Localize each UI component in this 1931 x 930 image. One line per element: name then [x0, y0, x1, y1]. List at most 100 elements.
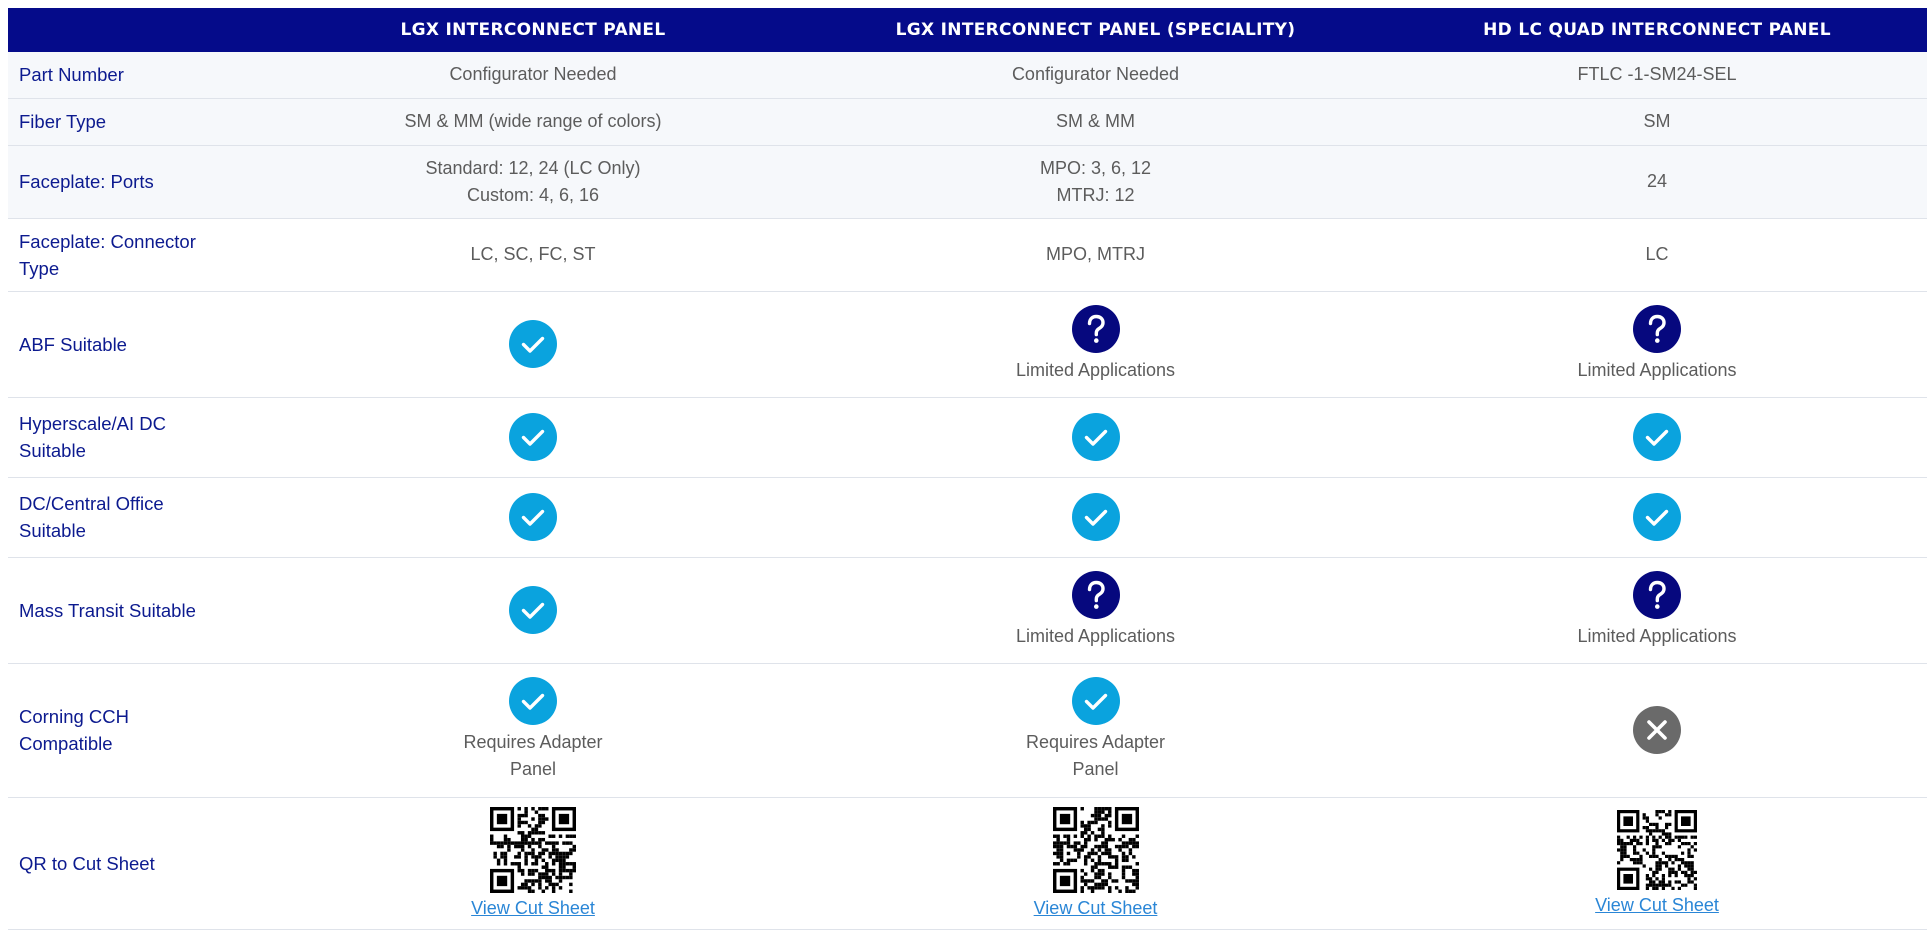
cell-content: Limited Applications [1387, 570, 1927, 650]
view-cut-sheet-link[interactable]: View Cut Sheet [471, 897, 595, 919]
cell-lgx [262, 397, 804, 477]
cell-content [804, 493, 1387, 541]
cell-lgx-speciality: Configurator Needed [804, 52, 1387, 98]
cell-content: MPO, MTRJ [804, 241, 1387, 268]
table-body: Part Number Configurator Needed Configurat… [8, 52, 1927, 929]
cell-text: Configurator Needed [1011, 64, 1180, 85]
table-row-fiber-type: Fiber Type SM & MM (wide range of colors)… [8, 98, 1927, 145]
row-label: Hyperscale/AI DC Suitable [19, 413, 167, 461]
cell-content: 24 [1387, 168, 1927, 195]
cell-note: Limited Applications [1015, 625, 1176, 646]
cell-note: Requires Adapter Panel [463, 732, 603, 779]
check-icon [1071, 677, 1120, 725]
check-icon [509, 586, 557, 634]
check-icon [509, 493, 557, 541]
qr-code-icon[interactable] [490, 807, 576, 893]
question-icon [1633, 304, 1681, 353]
row-label: Mass Transit Suitable [19, 599, 196, 621]
row-label: Corning CCH Compatible [19, 706, 130, 754]
cell-content: FTLC -1-SM24-SEL [1387, 61, 1927, 88]
table-row-faceplate-ports: Faceplate: Ports Standard: 12, 24 (LC Onl… [8, 145, 1927, 218]
column-header-hd-lc-quad: HD LC QUAD INTERCONNECT PANEL [1387, 8, 1927, 52]
cell-content [262, 586, 804, 634]
check-icon [1633, 413, 1681, 461]
column-header-lgx-speciality: LGX INTERCONNECT PANEL (SPECIALITY) [804, 8, 1387, 52]
check-icon [509, 320, 557, 368]
cell-hd-lc-quad: Limited Applications [1387, 291, 1927, 397]
cell-content: Configurator Needed [804, 61, 1387, 88]
cell-content: Limited Applications [804, 570, 1387, 650]
cell-text: SM & MM [1056, 111, 1135, 131]
cell-lgx [262, 477, 804, 557]
check-icon [509, 677, 557, 725]
cell-lgx: Standard: 12, 24 (LC Only) Custom: 4, 6, … [262, 145, 804, 218]
question-icon [1071, 304, 1120, 353]
cell-content [804, 413, 1387, 461]
cell-hd-lc-quad [1387, 477, 1927, 557]
x-icon [1633, 706, 1681, 754]
cell-content [1387, 413, 1927, 461]
cell-content: Standard: 12, 24 (LC Only) Custom: 4, 6, … [262, 155, 804, 209]
cell-content [262, 320, 804, 368]
cell-text: MPO: 3, 6, 12 [1039, 157, 1152, 178]
cell-hd-lc-quad: 24 [1387, 145, 1927, 218]
cell-text: MTRJ: 12 [1056, 184, 1135, 205]
cell-text: LC [1645, 244, 1669, 264]
row-label: Faceplate: Ports [19, 171, 154, 192]
table-row-mass-transit-suitable: Mass Transit Suitable Limited Application… [8, 557, 1927, 663]
cell-lgx-speciality [804, 477, 1387, 557]
cell-hd-lc-quad: View Cut Sheet [1387, 797, 1927, 929]
cell-text: FTLC -1-SM24-SEL [1577, 64, 1737, 85]
cell-lgx-speciality: View Cut Sheet [804, 797, 1387, 929]
cell-content: Requires Adapter Panel [262, 677, 804, 783]
cell-content: Limited Applications [1387, 304, 1927, 384]
cell-hd-lc-quad [1387, 397, 1927, 477]
cell-lgx: Requires Adapter Panel [262, 663, 804, 797]
cell-content: View Cut Sheet [1387, 810, 1927, 916]
cell-content: MPO: 3, 6, 12 MTRJ: 12 [804, 155, 1387, 209]
row-label: Faceplate: Connector Type [19, 230, 196, 279]
cell-content: SM & MM [804, 108, 1387, 135]
cell-content: LC [1387, 241, 1927, 268]
qr-code-icon[interactable] [1052, 807, 1139, 893]
cell-content: SM [1387, 108, 1927, 135]
cell-lgx-speciality: Limited Applications [804, 557, 1387, 663]
qr-code-icon[interactable] [1617, 810, 1697, 890]
cell-lgx: LC, SC, FC, ST [262, 218, 804, 291]
cell-text: 24 [1646, 171, 1668, 191]
column-header-lgx: LGX INTERCONNECT PANEL [262, 8, 804, 52]
cell-content: LC, SC, FC, ST [262, 241, 804, 268]
cell-hd-lc-quad: SM [1387, 98, 1927, 145]
comparison-table: LGX INTERCONNECT PANEL LGX INTERCONNECT … [8, 8, 1927, 930]
question-icon [1633, 570, 1681, 619]
row-label: QR to Cut Sheet [19, 852, 155, 874]
cell-content [262, 493, 804, 541]
table-row-qr-to-cut-sheet: QR to Cut Sheet View Cut Sheet View Cut Sh… [8, 797, 1927, 929]
row-label: ABF Suitable [19, 333, 127, 355]
check-icon [1071, 493, 1120, 541]
view-cut-sheet-link[interactable]: View Cut Sheet [1034, 897, 1158, 919]
cell-lgx-speciality: MPO, MTRJ [804, 218, 1387, 291]
view-cut-sheet-link[interactable]: View Cut Sheet [1595, 894, 1719, 916]
cell-content [262, 413, 804, 461]
cell-text: MPO, MTRJ [1046, 244, 1145, 264]
cell-text: Custom: 4, 6, 16 [466, 184, 600, 205]
cell-content [1387, 706, 1927, 754]
cell-note: Requires Adapter Panel [1025, 732, 1166, 779]
cell-lgx: SM & MM (wide range of colors) [262, 98, 804, 145]
table-row-dc-central-office-suitable: DC/Central Office Suitable [8, 477, 1927, 557]
cell-lgx [262, 557, 804, 663]
table-row-abf-suitable: ABF Suitable Limited Applications Limited … [8, 291, 1927, 397]
cell-note: Limited Applications [1015, 359, 1176, 380]
cell-hd-lc-quad: FTLC -1-SM24-SEL [1387, 52, 1927, 98]
cell-text: Standard: 12, 24 (LC Only) [425, 157, 641, 178]
cell-lgx: View Cut Sheet [262, 797, 804, 929]
cell-note: Limited Applications [1577, 359, 1737, 380]
comparison-table-wrapper: LGX INTERCONNECT PANEL LGX INTERCONNECT … [8, 8, 1927, 930]
header-corner [8, 8, 262, 52]
cell-text: SM [1643, 111, 1671, 131]
cell-content: View Cut Sheet [804, 807, 1387, 919]
cell-hd-lc-quad [1387, 663, 1927, 797]
cell-lgx-speciality [804, 397, 1387, 477]
check-icon [1071, 413, 1120, 461]
